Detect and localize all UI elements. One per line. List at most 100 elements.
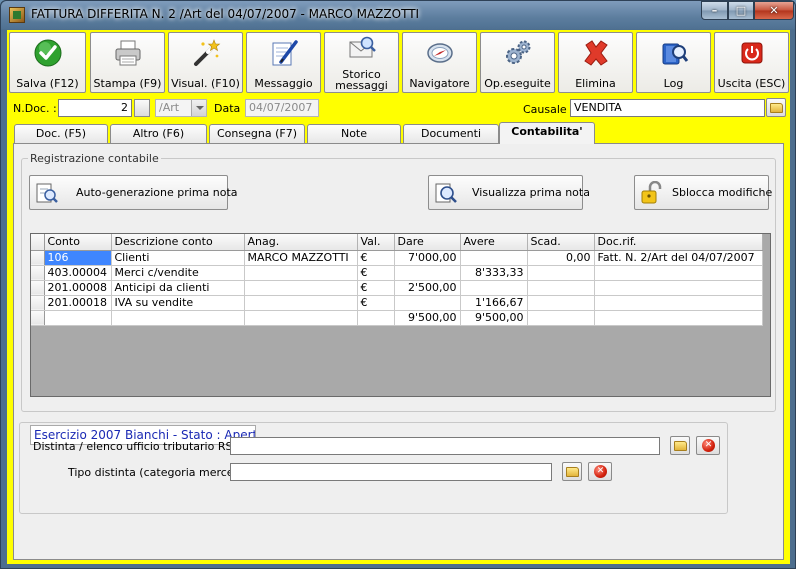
date-field[interactable]: 04/07/2007 (245, 99, 319, 117)
cell-empty (244, 310, 358, 326)
cell-descrizione[interactable]: IVA su vendite (111, 295, 245, 311)
cell-dare[interactable] (394, 295, 461, 311)
cell-avere[interactable]: 1'166,67 (460, 295, 528, 311)
cell-descrizione[interactable]: Clienti (111, 250, 245, 266)
save-button[interactable]: Salva (F12) (9, 32, 86, 93)
delete-x-icon: ✕ (594, 465, 607, 478)
cell-anag[interactable] (244, 280, 358, 296)
log-button-label: Log (663, 77, 684, 90)
maximize-button[interactable]: □ (728, 1, 754, 20)
cell-docrif[interactable]: Fatt. N. 2/Art del 04/07/2007 (594, 250, 763, 266)
tipo-distinta-browse-button[interactable] (562, 462, 582, 481)
tab-note[interactable]: Note (307, 124, 401, 144)
view-entry-label: Visualizza prima nota (472, 186, 590, 199)
cell-dare[interactable]: 7'000,00 (394, 250, 461, 266)
cell-anag[interactable] (244, 265, 358, 281)
cell-val[interactable]: € (357, 250, 395, 266)
column-header-scad[interactable]: Scad. (527, 234, 595, 251)
cell-anag[interactable] (244, 295, 358, 311)
auto-generation-button[interactable]: Auto-generazione prima nota (29, 175, 238, 210)
unlock-changes-button[interactable]: Sblocca modifiche (634, 175, 773, 210)
cell-conto[interactable]: 201.00018 (44, 295, 112, 311)
row-indicator[interactable] (31, 265, 45, 281)
column-header-dare[interactable]: Dare (394, 234, 461, 251)
message-button[interactable]: Messaggio (246, 32, 321, 93)
column-header-avere[interactable]: Avere (460, 234, 528, 251)
exit-button[interactable]: Uscita (ESC) (714, 32, 789, 93)
cell-scad[interactable] (527, 280, 595, 296)
accounting-grid[interactable]: Conto Descrizione conto Anag. Val. Dare … (30, 233, 771, 397)
cell-empty (111, 310, 245, 326)
tab-consegna[interactable]: Consegna (F7) (209, 124, 305, 144)
close-window-button[interactable]: ✕ (754, 1, 794, 20)
column-header-val[interactable]: Val. (357, 234, 395, 251)
log-button[interactable]: Log (636, 32, 711, 93)
tipo-distinta-clear-button[interactable]: ✕ (588, 462, 612, 481)
cell-val[interactable]: € (357, 295, 395, 311)
causale-browse-button[interactable] (766, 98, 786, 117)
distinta-browse-button[interactable] (670, 436, 690, 455)
distinta-label: Distinta / elenco ufficio tributario RSM… (33, 440, 250, 453)
column-header-conto[interactable]: Conto (44, 234, 112, 251)
series-combo[interactable]: /Art (155, 99, 207, 117)
cell-dare[interactable]: 2'500,00 (394, 280, 461, 296)
cell-anag[interactable]: MARCO MAZZOTTI (244, 250, 358, 266)
folder-icon (674, 441, 687, 451)
table-row[interactable]: 403.00004 Merci c/vendite € 8'333,33 (31, 265, 763, 281)
navigator-button[interactable]: Navigatore (402, 32, 477, 93)
cell-conto[interactable]: 403.00004 (44, 265, 112, 281)
table-row[interactable]: 201.00008 Anticipi da clienti € 2'500,00 (31, 280, 763, 296)
tab-altro[interactable]: Altro (F6) (110, 124, 207, 144)
cell-conto[interactable]: 106 (44, 250, 112, 266)
row-indicator[interactable] (31, 250, 45, 266)
cell-avere[interactable] (460, 250, 528, 266)
tab-doc[interactable]: Doc. (F5) (14, 124, 108, 144)
table-row[interactable]: 106 Clienti MARCO MAZZOTTI € 7'000,00 0,… (31, 250, 763, 266)
cell-docrif[interactable] (594, 280, 763, 296)
unlock-changes-label: Sblocca modifiche (672, 186, 773, 199)
delete-button[interactable]: Elimina (558, 32, 633, 93)
cell-val[interactable]: € (357, 265, 395, 281)
distinta-clear-button[interactable]: ✕ (696, 436, 720, 455)
cell-docrif[interactable] (594, 265, 763, 281)
cell-avere[interactable] (460, 280, 528, 296)
ndoc-field[interactable]: 2 (58, 99, 132, 117)
cell-avere[interactable]: 8'333,33 (460, 265, 528, 281)
cell-scad[interactable]: 0,00 (527, 250, 595, 266)
print-button[interactable]: Stampa (F9) (90, 32, 165, 93)
distinta-field[interactable] (230, 437, 660, 455)
message-history-label-line2: messaggi (335, 79, 388, 92)
tab-contabilita[interactable]: Contabilita' (499, 122, 595, 144)
title-bar[interactable]: FATTURA DIFFERITA N. 2 /Art del 04/07/20… (1, 1, 795, 29)
message-history-button[interactable]: Storico messaggi (324, 32, 399, 93)
row-indicator[interactable] (31, 280, 45, 296)
cell-val[interactable]: € (357, 280, 395, 296)
causale-field[interactable]: VENDITA (570, 99, 765, 117)
cell-descrizione[interactable]: Merci c/vendite (111, 265, 245, 281)
column-header-docrif[interactable]: Doc.rif. (594, 234, 763, 251)
ndoc-stepper-button[interactable] (134, 99, 150, 117)
registrazione-group: Registrazione contabile Auto-generazione… (21, 152, 776, 445)
printer-icon (113, 38, 143, 68)
cell-scad[interactable] (527, 295, 595, 311)
cell-scad[interactable] (527, 265, 595, 281)
column-header-anag[interactable]: Anag. (244, 234, 358, 251)
tipo-distinta-field[interactable] (230, 463, 552, 481)
minimize-button[interactable]: – (701, 1, 728, 20)
totals-row: 9'500,00 9'500,00 (31, 310, 763, 326)
check-icon (33, 38, 63, 68)
table-row[interactable]: 201.00018 IVA su vendite € 1'166,67 (31, 295, 763, 311)
row-indicator[interactable] (31, 295, 45, 311)
view-entry-button[interactable]: Visualizza prima nota (428, 175, 590, 210)
chevron-down-icon[interactable] (191, 100, 206, 116)
cell-docrif[interactable] (594, 295, 763, 311)
preview-button[interactable]: Visual. (F10) (168, 32, 243, 93)
tab-documenti[interactable]: Documenti (403, 124, 499, 144)
grid-header-row: Conto Descrizione conto Anag. Val. Dare … (31, 234, 763, 251)
cell-conto[interactable]: 201.00008 (44, 280, 112, 296)
operations-button[interactable]: Op.eseguite (480, 32, 555, 93)
cell-dare[interactable] (394, 265, 461, 281)
column-header-descrizione[interactable]: Descrizione conto (111, 234, 245, 251)
folder-icon (566, 467, 579, 477)
cell-descrizione[interactable]: Anticipi da clienti (111, 280, 245, 296)
